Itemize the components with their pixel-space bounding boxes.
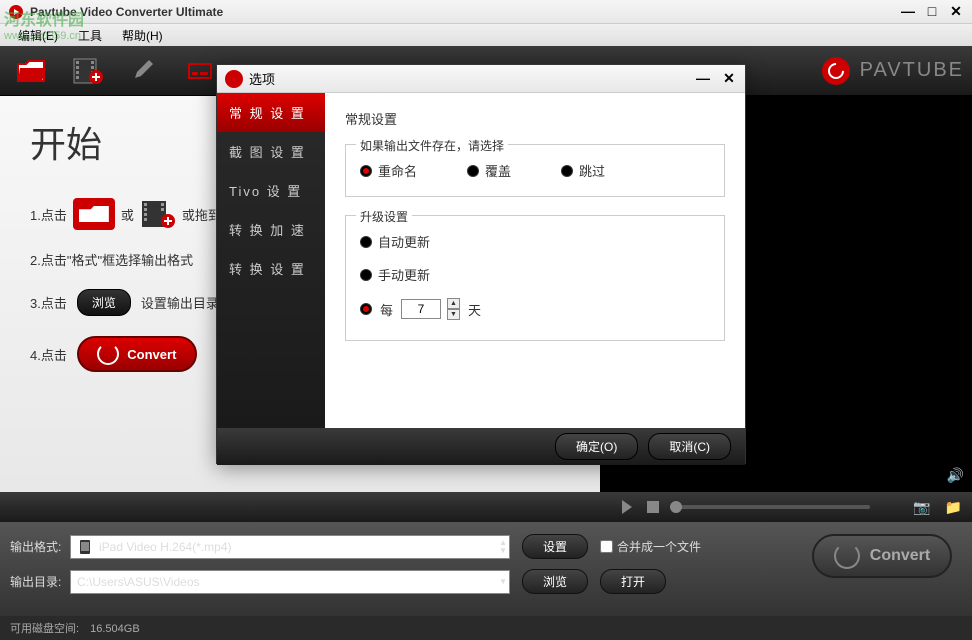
upgrade-legend: 升级设置	[356, 208, 412, 225]
tab-tivo[interactable]: Tivo 设 置	[217, 171, 325, 210]
dialog-close[interactable]: ✕	[721, 71, 737, 87]
radio-rename[interactable]: 重命名	[360, 161, 417, 180]
output-exists-fieldset: 如果输出文件存在，请选择 重命名 覆盖 跳过	[345, 144, 725, 197]
tab-screenshot[interactable]: 截 图 设 置	[217, 132, 325, 171]
radio-auto-circle	[360, 236, 372, 248]
radio-skip-circle	[561, 165, 573, 177]
radio-auto-update[interactable]: 自动更新	[360, 232, 710, 251]
radio-manual-circle	[360, 269, 372, 281]
radio-skip[interactable]: 跳过	[561, 161, 605, 180]
dialog-overlay: 选项 — ✕ 常 规 设 置 截 图 设 置 Tivo 设 置 转 换 加 速 …	[0, 0, 972, 618]
interval-row: 每 ▲ ▼ 天	[360, 298, 710, 320]
options-dialog: 选项 — ✕ 常 规 设 置 截 图 设 置 Tivo 设 置 转 换 加 速 …	[216, 64, 746, 464]
dialog-footer: 确定(O) 取消(C)	[217, 428, 745, 465]
tab-convert[interactable]: 转 换 设 置	[217, 249, 325, 288]
cancel-button[interactable]: 取消(C)	[648, 433, 731, 460]
dialog-body: 常 规 设 置 截 图 设 置 Tivo 设 置 转 换 加 速 转 换 设 置…	[217, 93, 745, 428]
radio-rename-circle	[360, 165, 372, 177]
interval-down[interactable]: ▼	[447, 309, 460, 320]
dialog-icon	[225, 70, 243, 88]
dialog-content: 常规设置 如果输出文件存在，请选择 重命名 覆盖	[325, 93, 745, 428]
dialog-titlebar: 选项 — ✕	[217, 65, 745, 93]
interval-up[interactable]: ▲	[447, 298, 460, 309]
interval-input[interactable]	[401, 299, 441, 319]
upgrade-fieldset: 升级设置 自动更新 手动更新 每	[345, 215, 725, 341]
dialog-minimize[interactable]: —	[695, 71, 711, 87]
radio-overwrite-circle	[467, 165, 479, 177]
radio-overwrite[interactable]: 覆盖	[467, 161, 511, 180]
tab-general[interactable]: 常 规 设 置	[217, 93, 325, 132]
tab-accel[interactable]: 转 换 加 速	[217, 210, 325, 249]
radio-interval-circle[interactable]	[360, 303, 372, 315]
ok-button[interactable]: 确定(O)	[555, 433, 638, 460]
interval-spinner: ▲ ▼	[447, 298, 460, 320]
output-exists-legend: 如果输出文件存在，请选择	[356, 137, 508, 154]
content-heading: 常规设置	[345, 109, 725, 128]
radio-manual-update[interactable]: 手动更新	[360, 265, 710, 284]
disk-info: 可用磁盘空间: 16.504GB	[0, 616, 972, 640]
dialog-title: 选项	[249, 69, 695, 88]
dialog-sidebar: 常 规 设 置 截 图 设 置 Tivo 设 置 转 换 加 速 转 换 设 置	[217, 93, 325, 428]
